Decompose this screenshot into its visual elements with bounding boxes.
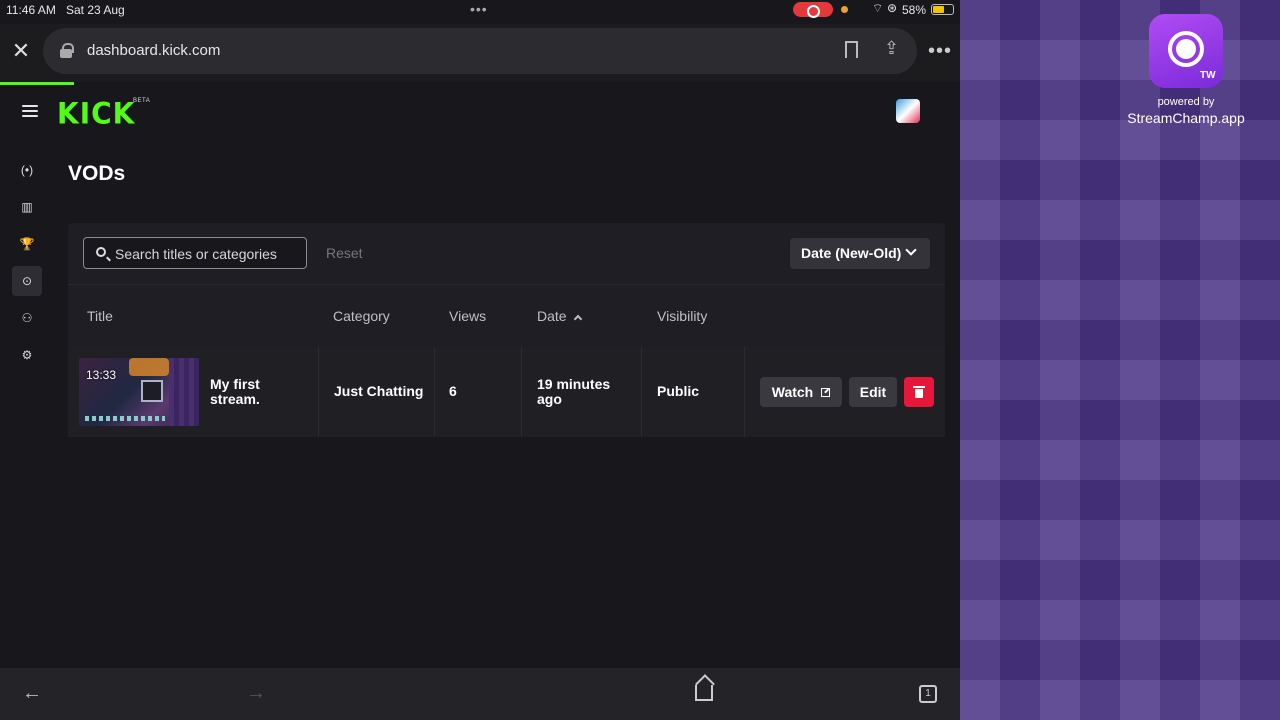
- vod-category: Just Chatting: [334, 383, 424, 399]
- thumbnail-detail: [129, 358, 169, 376]
- home-icon[interactable]: [695, 685, 713, 701]
- vod-date: 19 minutes ago: [537, 376, 611, 407]
- vod-views: 6: [449, 383, 457, 399]
- battery-icon: [931, 4, 954, 15]
- battery-percentage: 58%: [902, 3, 927, 17]
- watch-button[interactable]: Watch: [760, 377, 842, 407]
- vod-thumbnail[interactable]: 13:33: [79, 358, 199, 426]
- sort-dropdown[interactable]: Date (New-Old): [790, 238, 930, 269]
- kick-logo[interactable]: KICK: [57, 96, 135, 131]
- search-input[interactable]: [115, 244, 301, 264]
- wifi-icon: ⌔: [872, 1, 884, 15]
- vod-visibility: Public: [657, 383, 700, 399]
- rotation-lock-icon: ⊛: [887, 1, 898, 15]
- thumbnail-detail: [85, 416, 165, 421]
- search-box[interactable]: [83, 237, 307, 269]
- tabs-icon[interactable]: 1: [919, 685, 937, 703]
- live-icon: (•): [20, 163, 34, 177]
- thumbnail-detail: [169, 358, 199, 426]
- screen: 11:46 AM Sat 23 Aug ••• ⌔ ⊛ 58% ✕ dashbo…: [0, 0, 1280, 720]
- column-header-date[interactable]: Date: [537, 308, 582, 324]
- app-badge: TW: [1200, 70, 1216, 81]
- delete-button[interactable]: [904, 377, 934, 407]
- category-cell: Just Chatting: [319, 347, 435, 437]
- multitasking-dots-icon[interactable]: •••: [470, 1, 488, 17]
- beta-badge: BETA: [133, 98, 151, 104]
- streamchamp-name: StreamChamp.app: [1127, 110, 1245, 126]
- analytics-icon: ▥: [21, 200, 33, 214]
- sidebar-item-settings[interactable]: ⚙: [12, 340, 42, 370]
- chevron-down-icon: [905, 244, 917, 256]
- sidebar-item-achievements[interactable]: 🏆: [12, 229, 42, 259]
- close-icon[interactable]: ✕: [10, 40, 32, 62]
- browser-bottom-bar: ← → 1: [0, 668, 960, 720]
- column-header-category[interactable]: Category: [333, 308, 390, 324]
- visibility-cell: Public: [642, 347, 745, 437]
- browser-toolbar: ✕ dashboard.kick.com ⇪ •••: [0, 24, 960, 82]
- back-arrow-icon[interactable]: ←: [22, 682, 42, 705]
- kick-header: KICK BETA: [0, 85, 960, 140]
- status-time: 11:46 AM: [6, 3, 56, 17]
- edit-button[interactable]: Edit: [849, 377, 897, 407]
- url-text[interactable]: dashboard.kick.com: [87, 42, 220, 59]
- powered-by-label: powered by: [1157, 96, 1215, 108]
- table-header: Title Category Views Date Visibility: [68, 286, 945, 346]
- address-bar[interactable]: dashboard.kick.com ⇪: [43, 28, 917, 74]
- title-cell: 13:33 My first stream.: [68, 347, 319, 437]
- settings-icon: ⚙: [21, 348, 33, 362]
- microphone-indicator-icon: [841, 6, 848, 13]
- record-ring-icon: [1168, 31, 1204, 67]
- status-bar: 11:46 AM Sat 23 Aug ••• ⌔ ⊛ 58%: [0, 0, 960, 20]
- trash-icon: [913, 385, 925, 398]
- side-navigation: (•) ▥ 🏆 ⊙ ⚇ ⚙: [12, 155, 42, 377]
- thumbnail-detail: [141, 380, 163, 402]
- browser-window: 11:46 AM Sat 23 Aug ••• ⌔ ⊛ 58% ✕ dashbo…: [0, 0, 960, 720]
- menu-icon[interactable]: [22, 105, 38, 118]
- sidebar-item-analytics[interactable]: ▥: [12, 192, 42, 222]
- views-cell: 6: [435, 347, 522, 437]
- padlock-icon: [60, 43, 74, 58]
- column-header-title[interactable]: Title: [87, 308, 113, 324]
- external-link-icon: [821, 387, 831, 397]
- trophy-icon: 🏆: [19, 237, 35, 251]
- vods-panel: Reset Date (New-Old) Title Category View…: [68, 223, 945, 437]
- streamchamp-overlay: TW powered by StreamChamp.app: [960, 0, 1280, 720]
- sort-dropdown-label: Date (New-Old): [801, 245, 902, 261]
- date-cell: 19 minutes ago: [522, 347, 642, 437]
- sidebar-item-vods[interactable]: ⊙: [12, 266, 42, 296]
- forward-arrow-icon[interactable]: →: [246, 682, 266, 705]
- search-icon: [96, 247, 106, 257]
- watch-button-label: Watch: [771, 384, 814, 400]
- column-header-date-label: Date: [537, 308, 567, 324]
- page-title: VODs: [68, 162, 126, 185]
- status-date: Sat 23 Aug: [66, 3, 125, 17]
- vod-title[interactable]: My first stream.: [210, 377, 310, 407]
- vods-icon: ⊙: [21, 274, 33, 288]
- sidebar-item-community[interactable]: ⚇: [12, 303, 42, 333]
- reset-button[interactable]: Reset: [326, 245, 363, 261]
- table-row: 13:33 My first stream. Just Chatting 6 1…: [68, 347, 945, 437]
- sort-ascending-icon: [573, 314, 582, 324]
- vods-toolbar: Reset Date (New-Old): [68, 223, 945, 285]
- streamchamp-app-icon[interactable]: TW: [1149, 14, 1223, 88]
- avatar[interactable]: [896, 99, 920, 123]
- bookmark-icon[interactable]: [845, 41, 858, 58]
- vod-duration: 13:33: [86, 368, 117, 382]
- more-options-icon[interactable]: •••: [928, 40, 952, 63]
- share-icon[interactable]: ⇪: [884, 38, 899, 59]
- sidebar-item-live[interactable]: (•): [12, 155, 42, 185]
- screen-recording-icon[interactable]: [793, 2, 833, 18]
- column-header-views[interactable]: Views: [449, 308, 486, 324]
- community-icon: ⚇: [21, 311, 33, 325]
- column-header-visibility[interactable]: Visibility: [657, 308, 707, 324]
